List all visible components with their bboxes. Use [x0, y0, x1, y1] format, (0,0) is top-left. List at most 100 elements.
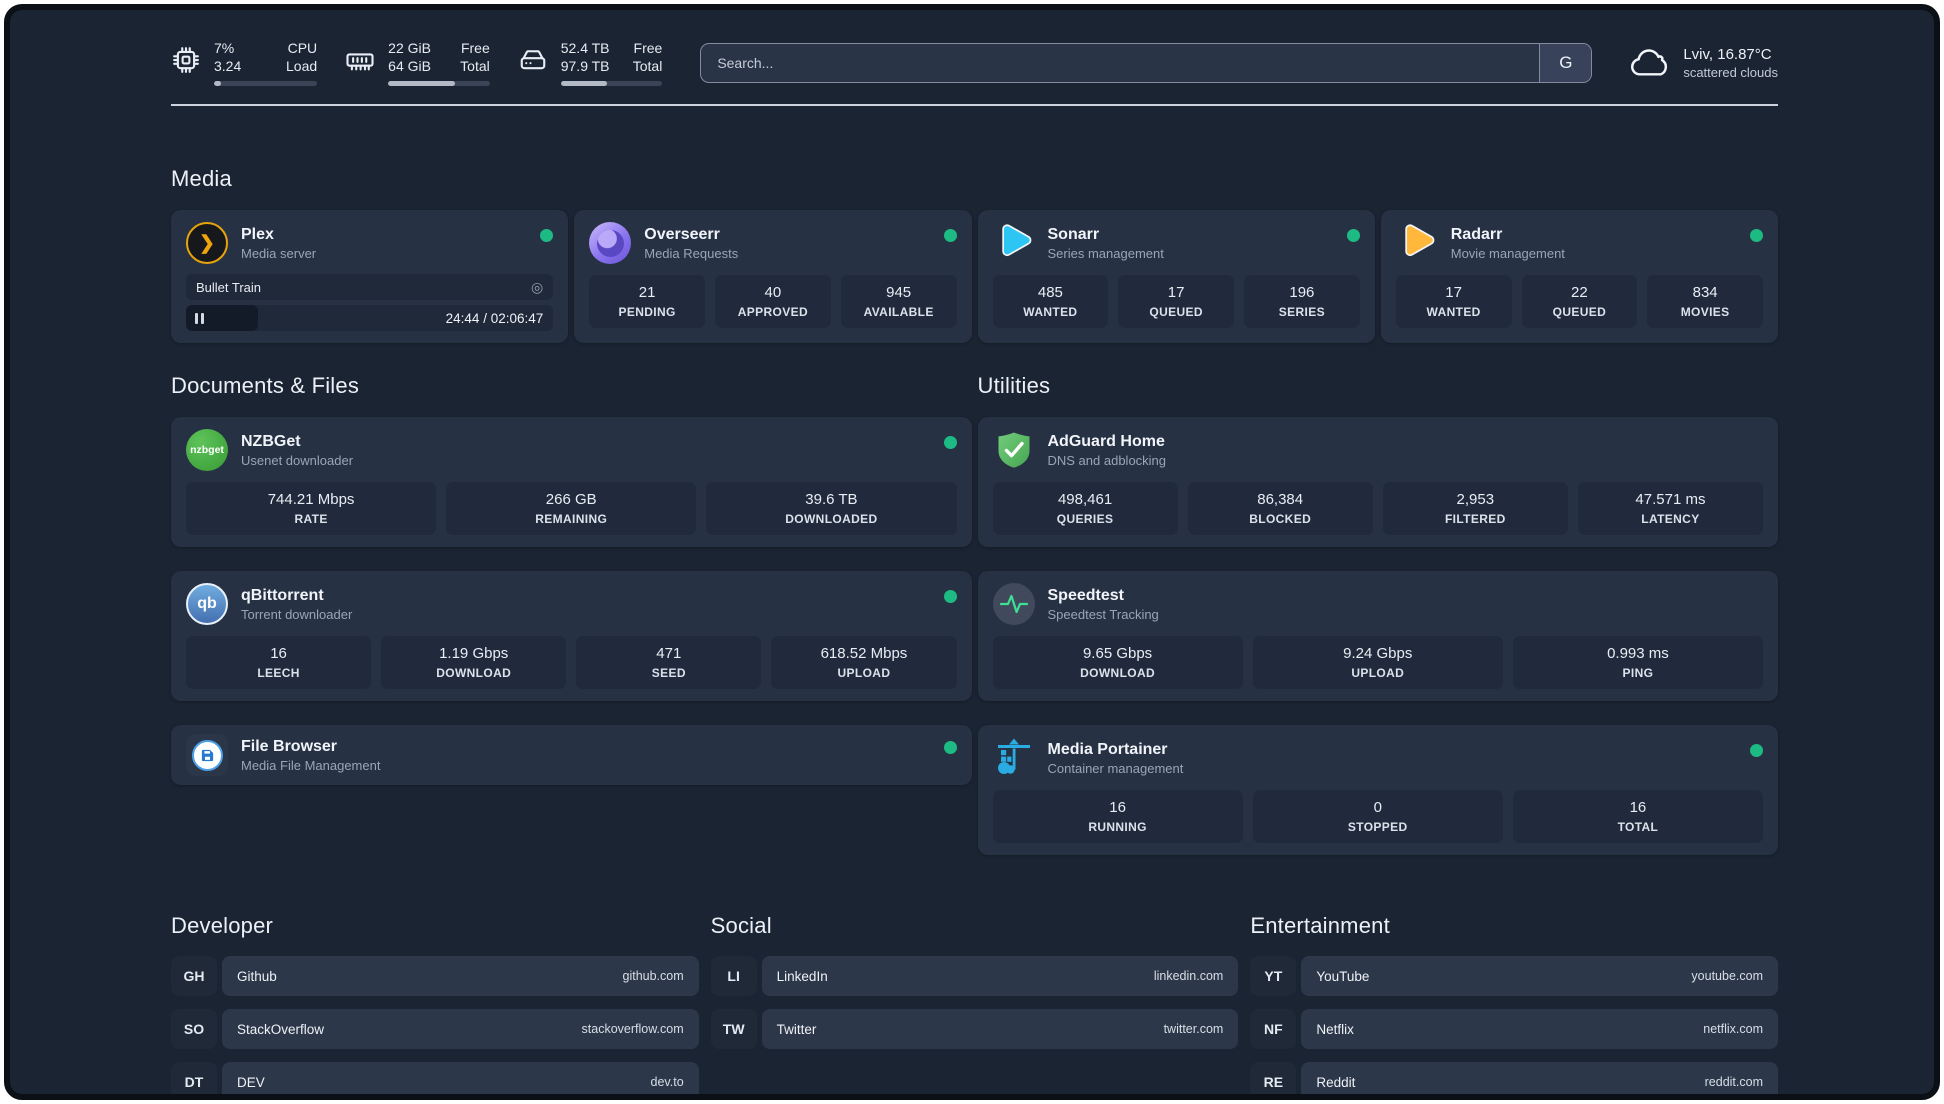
section-title-entertainment: Entertainment	[1250, 913, 1390, 938]
portainer-icon	[993, 737, 1035, 779]
cpu-progress-bar	[214, 81, 318, 86]
bookmark-reddit[interactable]: RE Reddit reddit.com	[1250, 1062, 1778, 1094]
bookmark-linkedin[interactable]: LI LinkedIn linkedin.com	[710, 956, 1239, 996]
overseerr-icon	[589, 222, 632, 264]
memory-total-label: Total	[460, 58, 490, 74]
service-name: Plex	[241, 225, 274, 243]
now-playing-title-bar: Bullet Train ◎	[186, 274, 554, 300]
nzbget-icon: nzbget	[186, 429, 228, 471]
service-card-radarr[interactable]: Radarr Movie management 17 WANTED 22 QUEUE…	[1380, 210, 1778, 343]
status-badge	[943, 590, 957, 603]
bookmark-dev[interactable]: DT DEV dev.to	[171, 1062, 699, 1094]
bookmark-name: LinkedIn	[776, 968, 828, 984]
status-badge	[540, 229, 554, 242]
section-media: Media ❯ Plex Media server Bullet Train ◎	[171, 166, 1778, 343]
service-description: Media Requests	[644, 245, 739, 261]
bookmark-abbr: YT	[1250, 956, 1297, 996]
service-card-adguard[interactable]: AdGuard Home DNS and adblocking 498,461 Q…	[977, 417, 1778, 547]
stat-tile: 2,953 FILTERED	[1382, 482, 1568, 535]
service-card-overseerr[interactable]: Overseerr Media Requests 21 PENDING 40 APP…	[574, 210, 972, 343]
stat-tile: 834 MOVIES	[1647, 275, 1763, 328]
search-engine-button[interactable]: G	[1539, 44, 1592, 82]
service-description: Container management	[1047, 760, 1184, 776]
stat-tile: 196 SERIES	[1244, 275, 1360, 328]
service-card-nzbget[interactable]: nzbget NZBGet Usenet downloader 744.21 M…	[171, 417, 972, 547]
stat-tile: 16 LEECH	[186, 636, 372, 689]
stat-tile: 498,461 QUERIES	[992, 482, 1178, 535]
pause-icon	[195, 312, 204, 324]
memory-total-value: 64 GiB	[388, 58, 431, 74]
stat-tile: 9.65 Gbps DOWNLOAD	[992, 636, 1243, 689]
status-badge	[1750, 744, 1763, 757]
bookmark-url: reddit.com	[1704, 1075, 1763, 1089]
bookmark-abbr: RE	[1250, 1062, 1297, 1094]
service-card-qbittorrent[interactable]: qb qBittorrent Torrent downloader 16 LEEC…	[171, 571, 972, 701]
section-documents: Documents & Files nzbget NZBGet Usenet d…	[171, 373, 972, 855]
bookmark-youtube[interactable]: YT YouTube youtube.com	[1250, 956, 1778, 996]
section-title-developer: Developer	[171, 913, 274, 938]
section-title-media: Media	[171, 166, 232, 191]
status-badge	[1750, 229, 1763, 242]
section-title-social: Social	[710, 913, 772, 938]
service-card-portainer[interactable]: Media Portainer Container management 16 R…	[977, 725, 1778, 855]
service-description: Torrent downloader	[241, 606, 353, 622]
cpu-usage-label: CPU	[287, 40, 318, 56]
now-playing-progress: 24:44 / 02:06:47	[186, 305, 554, 331]
service-card-plex[interactable]: ❯ Plex Media server Bullet Train ◎ 24:44…	[171, 210, 569, 343]
stat-tile: 39.6 TB DOWNLOADED	[706, 482, 957, 535]
adguard-icon	[993, 429, 1035, 471]
service-card-sonarr[interactable]: Sonarr Series management 485 WANTED 17 QUE…	[977, 210, 1375, 343]
bookmark-name: StackOverflow	[237, 1021, 325, 1037]
stat-tile: 86,384 BLOCKED	[1187, 482, 1373, 535]
bookmark-abbr: SO	[171, 1009, 217, 1049]
bookmark-stackoverflow[interactable]: SO StackOverflow stackoverflow.com	[171, 1009, 699, 1049]
memory-icon	[346, 53, 374, 71]
bookmark-github[interactable]: GH Github github.com	[171, 956, 699, 996]
bookmark-url: dev.to	[650, 1075, 684, 1089]
status-badge	[943, 229, 957, 242]
service-name: File Browser	[241, 737, 338, 755]
cpu-load-label: Load	[286, 58, 318, 74]
service-name: Radarr	[1450, 225, 1503, 243]
bookmark-netflix[interactable]: NF Netflix netflix.com	[1250, 1009, 1778, 1049]
bookmark-abbr: GH	[171, 956, 217, 996]
cpu-stat: 7% 3.24 CPU Load	[171, 40, 318, 86]
search-input[interactable]	[701, 44, 1540, 82]
session-icon: ◎	[531, 279, 544, 295]
section-utilities: Utilities AdGuard Home DNS and adblockin…	[977, 373, 1778, 855]
service-name: Sonarr	[1047, 225, 1100, 243]
stat-tile: 0 STOPPED	[1252, 790, 1503, 843]
memory-progress-bar	[388, 81, 490, 86]
bookmark-abbr: DT	[171, 1062, 217, 1094]
bookmark-twitter[interactable]: TW Twitter twitter.com	[710, 1009, 1239, 1049]
service-name: Overseerr	[644, 225, 720, 243]
radarr-icon	[1396, 222, 1438, 264]
qbittorrent-icon: qb	[186, 583, 228, 625]
bookmark-name: Twitter	[776, 1021, 817, 1037]
now-playing-title: Bullet Train	[196, 279, 262, 295]
stat-tile: 9.24 Gbps UPLOAD	[1252, 636, 1503, 689]
service-card-speedtest[interactable]: Speedtest Speedtest Tracking 9.65 Gbps DO…	[977, 571, 1778, 701]
stat-tile: 618.52 Mbps UPLOAD	[771, 636, 957, 689]
disk-free-label: Free	[633, 40, 663, 56]
service-name: Speedtest	[1047, 586, 1124, 604]
stat-tile: 17 WANTED	[1395, 275, 1512, 328]
section-developer: Developer GH Github github.com SO StackO…	[171, 913, 699, 1094]
disk-stat: 52.4 TB 97.9 TB Free Total	[518, 40, 663, 86]
cpu-icon	[173, 47, 199, 73]
service-card-filebrowser[interactable]: File Browser Media File Management	[171, 725, 972, 785]
service-name: qBittorrent	[241, 586, 324, 604]
weather-location: Lviv, 16.87°C	[1683, 46, 1772, 63]
bookmark-name: Netflix	[1316, 1021, 1354, 1037]
header-divider	[171, 104, 1778, 106]
stat-tile: 266 GB REMAINING	[446, 482, 697, 535]
bookmark-url: linkedin.com	[1153, 969, 1224, 983]
disk-total-label: Total	[632, 58, 663, 74]
bookmark-url: stackoverflow.com	[581, 1022, 684, 1036]
stat-tile: 40 APPROVED	[715, 275, 831, 328]
bookmark-name: YouTube	[1316, 968, 1370, 984]
stat-tile: 21 PENDING	[589, 275, 705, 328]
service-description: Series management	[1047, 245, 1164, 261]
bookmark-url: twitter.com	[1163, 1022, 1224, 1036]
section-social: Social LI LinkedIn linkedin.com TW Twitt…	[710, 913, 1239, 1094]
